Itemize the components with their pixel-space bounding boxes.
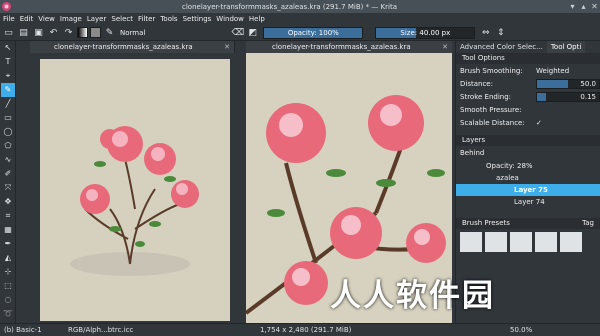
blend-mode-select[interactable]: Normal [120,29,145,37]
tab-document-left[interactable]: clonelayer-transformmasks_azaleas.kra ✕ [30,41,235,53]
status-brush: (b) Basic-1 [4,326,42,334]
tool-options-header: Tool Options [456,53,600,64]
brush-presets-icon[interactable]: ✎ [103,26,116,39]
new-document-icon[interactable]: ▭ [2,26,15,39]
fill-tool-icon[interactable]: ◭ [1,251,15,265]
scalable-distance-checkbox[interactable]: ✓ [536,119,542,127]
freehand-brush-icon[interactable]: ✎ [1,83,15,97]
brush-presets-header: Brush Presets Tag [456,218,600,229]
text-tool-icon[interactable]: T [1,55,15,69]
move-tool-icon[interactable]: ✥ [1,195,15,209]
undo-icon[interactable]: ↶ [47,26,60,39]
line-tool-icon[interactable]: ╱ [1,97,15,111]
mirror-horizontal-icon[interactable]: ⇔ [479,26,492,39]
brush-preset-item[interactable] [460,232,482,252]
close-icon[interactable]: ✕ [224,41,230,53]
layer-opacity-slider[interactable]: Opacity: 28% [486,162,533,170]
opacity-slider[interactable]: Opacity: 100% [263,26,364,39]
minimize-button[interactable]: ▾ [567,1,578,12]
brush-preset-item[interactable] [510,232,532,252]
distance-row: Distance: 50.0 [456,77,600,90]
rectangle-tool-icon[interactable]: ▭ [1,111,15,125]
edit-shapes-icon[interactable]: ⌖ [1,69,15,83]
select-shapes-icon[interactable]: ↖ [1,41,15,55]
menu-bar: File Edit View Image Layer Select Filter… [0,13,600,25]
menu-edit[interactable]: Edit [20,15,34,23]
assistant-tool-icon[interactable]: ⊹ [1,265,15,279]
path-tool-icon[interactable]: ∿ [1,153,15,167]
eraser-icon[interactable]: ⌫ [231,26,244,39]
tab-advanced-color-selector[interactable]: Advanced Color Selec... [456,41,547,53]
lasso-select-icon[interactable]: ➰ [1,307,15,321]
stroke-ending-slider[interactable]: 0.15 [536,91,600,102]
canvas-paper[interactable] [40,59,230,321]
layer-item[interactable]: Layer 74 [456,196,600,208]
brush-smoothing-select[interactable]: Weighted [536,67,600,75]
rect-select-icon[interactable]: ⬚ [1,279,15,293]
menu-settings[interactable]: Settings [183,15,212,23]
layer-item-selected[interactable]: Layer 75 [456,184,600,196]
menu-filter[interactable]: Filter [138,15,155,23]
title-bar: clonelayer-transformmasks_azaleas.kra (2… [0,0,600,13]
crop-tool-icon[interactable]: ⌗ [1,209,15,223]
krita-window: clonelayer-transformmasks_azaleas.kra (2… [0,0,600,336]
toolbox: ↖ T ⌖ ✎ ╱ ▭ ◯ ⬠ ∿ ✐ ⤧ ✥ ⌗ ▦ ✒ ◭ ⊹ ⬚ ◌ ➰ … [0,41,16,332]
distance-slider[interactable]: 50.0 [536,78,600,89]
layers-header: Layers [456,135,600,146]
menu-view[interactable]: View [38,15,55,23]
brush-preset-grid [456,229,600,255]
azalea-illustration [70,126,199,276]
status-image-size: 1,754 x 2,480 (291.7 MiB) [260,326,352,334]
scalable-distance-row: Scalable Distance: ✓ [460,118,542,127]
stroke-ending-row: Stroke Ending: 0.15 [456,90,600,103]
mirror-vertical-icon[interactable]: ⇕ [494,26,507,39]
window-title: clonelayer-transformmasks_azaleas.kra (2… [182,2,397,11]
menu-window[interactable]: Window [216,15,244,23]
save-icon[interactable]: ▣ [32,26,45,39]
preserve-alpha-icon[interactable]: ◩ [246,26,259,39]
brush-preset-item[interactable] [560,232,582,252]
menu-layer[interactable]: Layer [87,15,107,23]
transform-tool-icon[interactable]: ⤧ [1,181,15,195]
tab-document-right[interactable]: clonelayer-transformmasks_azaleas.kra ✕ [246,41,452,53]
ellipse-select-icon[interactable]: ◌ [1,293,15,307]
open-document-icon[interactable]: ▤ [17,26,30,39]
brush-preset-item[interactable] [485,232,507,252]
layer-blend-row: Behind [456,146,600,159]
pattern-swatch[interactable] [90,27,101,38]
tag-select[interactable]: Tag [582,218,594,229]
freehand-path-icon[interactable]: ✐ [1,167,15,181]
brush-smoothing-row: Brush Smoothing: Weighted [456,64,600,77]
smooth-pressure-row: Smooth Pressure: [460,105,522,114]
krita-app-icon [2,2,11,11]
polygon-tool-icon[interactable]: ⬠ [1,139,15,153]
size-slider[interactable]: Size: 40.00 px [375,26,476,39]
status-zoom[interactable]: 50.0% [510,324,532,336]
dock-tabs: Advanced Color Selec... Tool Opti [456,41,600,53]
layer-item[interactable]: azalea [456,172,600,184]
menu-select[interactable]: Select [111,15,133,23]
status-bar: (b) Basic-1 RGB/Alph...btrc.icc 1,754 x … [0,323,600,336]
ellipse-tool-icon[interactable]: ◯ [1,125,15,139]
status-color-profile: RGB/Alph...btrc.icc [68,326,134,334]
layer-opacity-row: Opacity: 28% [456,159,600,172]
close-button[interactable]: ✕ [589,1,600,12]
close-icon[interactable]: ✕ [442,41,448,53]
left-canvas-view: clonelayer-transformmasks_azaleas.kra ✕ [30,41,235,321]
menu-help[interactable]: Help [249,15,265,23]
tab-tool-options[interactable]: Tool Opti [546,41,586,53]
menu-tools[interactable]: Tools [160,15,177,23]
layer-blend-select[interactable]: Behind [460,149,484,157]
menu-file[interactable]: File [3,15,15,23]
color-picker-icon[interactable]: ✒ [1,237,15,251]
main-toolbar: ▭ ▤ ▣ ↶ ↷ ✎ Normal ⌫ ◩ Opacity: 100% Siz… [0,25,600,41]
gradient-tool-icon[interactable]: ▦ [1,223,15,237]
redo-icon[interactable]: ↷ [62,26,75,39]
menu-image[interactable]: Image [60,15,82,23]
watermark: 人人软件园 [330,278,495,314]
brush-preset-item[interactable] [535,232,557,252]
maximize-button[interactable]: ▴ [578,1,589,12]
gradient-swatch[interactable] [77,27,88,38]
